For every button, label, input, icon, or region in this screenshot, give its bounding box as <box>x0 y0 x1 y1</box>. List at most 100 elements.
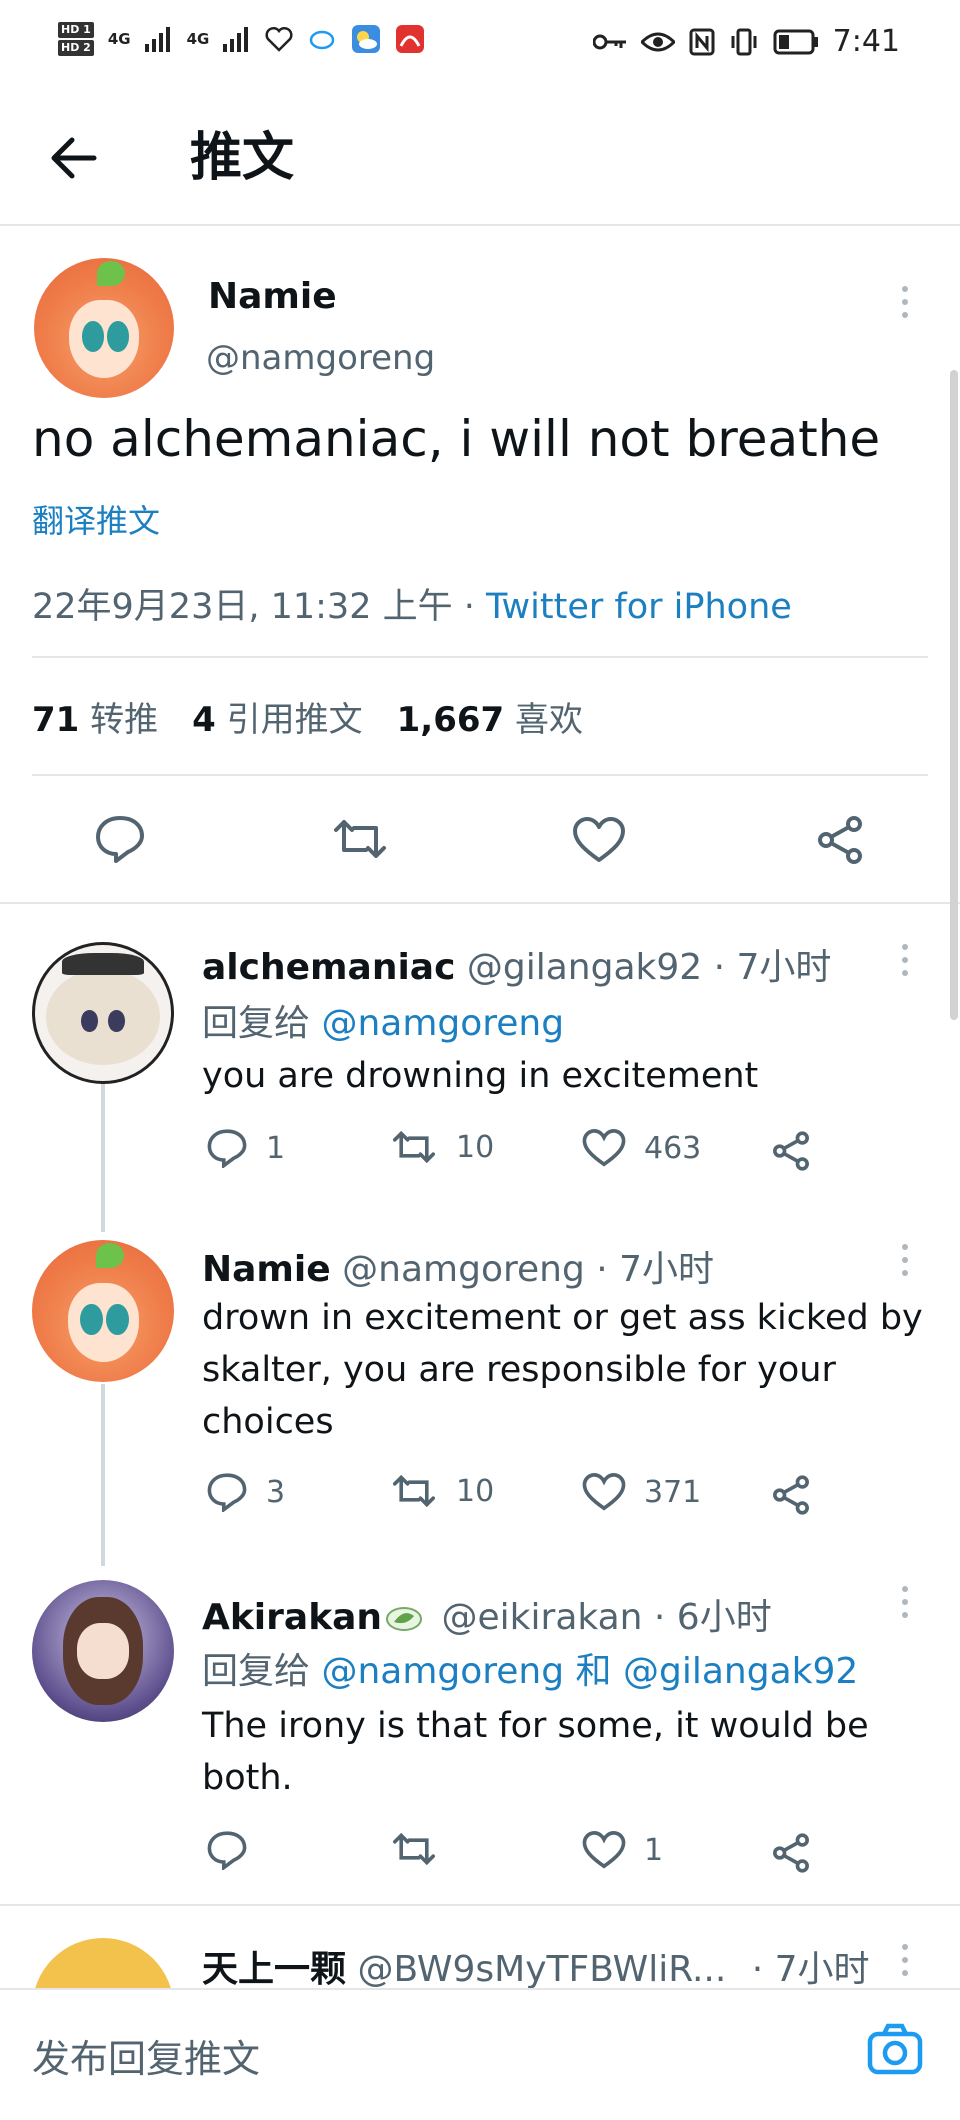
share-icon[interactable] <box>770 1474 812 1516</box>
like-button[interactable]: 371 <box>582 1472 701 1512</box>
retweet-icon <box>393 1474 435 1508</box>
author-name[interactable]: Namie <box>202 1249 331 1290</box>
reply-count: 3 <box>266 1474 286 1510</box>
reply-icon[interactable] <box>94 814 146 864</box>
like-count: 463 <box>644 1130 702 1166</box>
like-button[interactable]: 463 <box>582 1128 701 1168</box>
reply-button[interactable]: 1 <box>206 1128 285 1168</box>
reply-count: 1 <box>266 1130 286 1166</box>
reply-text-line: both. <box>202 1758 293 1798</box>
camera-icon[interactable] <box>866 2022 924 2076</box>
more-options-icon[interactable] <box>902 1944 910 1983</box>
author-handle[interactable]: @namgoreng <box>206 338 435 378</box>
reply-text: you are drowning in excitement <box>202 1056 759 1096</box>
page-title: 推文 <box>190 128 295 188</box>
network-type-1: 4G <box>107 30 131 48</box>
timestamp: 22年9月23日, 11:32 上午 · <box>32 587 486 627</box>
tweet-meta: 22年9月23日, 11:32 上午 · Twitter for iPhone <box>32 578 792 629</box>
status-bar: HD 1 HD 2 4G 4G 7:41 <box>0 0 960 92</box>
reply-to: 回复给 @namgoreng <box>202 1003 565 1044</box>
cloud-sync-icon <box>310 30 335 50</box>
reply-header: 天上一颗 @BW9sMyTFBWliR... · 7小时 <box>202 1940 870 1992</box>
reply-composer-bar: 发布回复推文 <box>0 1988 960 2120</box>
reply-icon <box>207 1473 247 1512</box>
top-app-bar: 推文 <box>0 92 960 226</box>
retweet-button[interactable] <box>390 1830 438 1868</box>
divider <box>0 1904 960 1906</box>
retweet-icon <box>393 1832 435 1866</box>
reply-header: alchemaniac @gilangak92 · 7小时 <box>202 938 831 990</box>
author-handle[interactable]: @gilangak92 · 7小时 <box>467 947 832 988</box>
reply-icon <box>207 1129 247 1168</box>
back-arrow-icon[interactable] <box>46 130 102 186</box>
mention-link[interactable]: @namgoreng <box>321 1003 564 1044</box>
reply-time: · 7小时 <box>751 1949 870 1990</box>
author-name[interactable]: 天上一颗 <box>202 1949 346 1990</box>
author-name[interactable]: Namie <box>208 276 337 317</box>
clock: 7:41 <box>832 24 900 59</box>
reply-text-line: The irony is that for some, it would be <box>202 1706 869 1746</box>
like-icon[interactable] <box>572 816 626 864</box>
status-right: 7:41 <box>592 24 900 59</box>
more-options-icon[interactable] <box>902 1244 910 1283</box>
more-options-icon[interactable] <box>902 944 910 983</box>
reply-input[interactable]: 发布回复推文 <box>32 2028 260 2083</box>
share-icon[interactable] <box>770 1832 812 1874</box>
thread-line <box>101 1082 105 1232</box>
hd2-badge: HD 2 <box>58 40 94 56</box>
retweet-button[interactable]: 10 <box>390 1128 494 1166</box>
scrollbar[interactable] <box>950 370 958 1020</box>
translate-link[interactable]: 翻译推文 <box>32 496 160 542</box>
app-notification-icon <box>396 25 425 53</box>
divider <box>0 902 960 904</box>
retweet-button[interactable]: 10 <box>390 1472 494 1510</box>
more-options-icon[interactable] <box>902 1586 910 1625</box>
author-name[interactable]: Akirakan <box>202 1597 382 1638</box>
reply-header: Akirakan @eikirakan · 6小时 <box>202 1588 772 1640</box>
author-handle[interactable]: @eikirakan · 6小时 <box>442 1597 772 1638</box>
retweet-count: 10 <box>456 1129 495 1165</box>
eye-icon <box>640 32 675 51</box>
mention-link[interactable]: @namgoreng 和 @gilangak92 <box>321 1651 858 1692</box>
like-icon <box>582 1831 626 1869</box>
quote-tweets-stat[interactable]: 4 引用推文 <box>192 692 362 741</box>
author-handle[interactable]: @namgoreng · 7小时 <box>342 1249 714 1290</box>
more-options-icon[interactable] <box>902 286 910 325</box>
reply-icon <box>207 1831 247 1870</box>
tweet-text: no alchemaniac, i will not breathe <box>32 410 881 468</box>
avatar[interactable] <box>32 1580 174 1722</box>
thread-line <box>101 1384 105 1566</box>
author-name[interactable]: alchemaniac <box>202 947 455 988</box>
avatar[interactable] <box>34 258 174 398</box>
divider <box>32 774 928 776</box>
divider <box>32 656 928 658</box>
share-icon[interactable] <box>814 814 866 866</box>
retweet-icon <box>393 1130 435 1164</box>
status-left: HD 1 HD 2 4G 4G <box>58 22 425 56</box>
signal-icon <box>223 27 249 52</box>
retweets-stat[interactable]: 71 转推 <box>32 692 158 741</box>
heart-rate-icon <box>265 26 293 52</box>
network-type-2: 4G <box>186 30 210 48</box>
reply-text-line: skalter, you are responsible for your <box>202 1350 836 1390</box>
vibrate-icon <box>731 28 757 55</box>
reply-button[interactable] <box>206 1830 248 1870</box>
reply-to: 回复给 @namgoreng 和 @gilangak92 <box>202 1651 859 1692</box>
share-icon[interactable] <box>770 1130 812 1172</box>
like-count: 1 <box>644 1832 664 1868</box>
avatar[interactable] <box>32 942 174 1084</box>
likes-stat[interactable]: 1,667 喜欢 <box>397 692 583 741</box>
hd1-badge: HD 1 <box>58 22 94 38</box>
retweet-icon[interactable] <box>330 816 390 862</box>
avatar[interactable] <box>32 1240 174 1382</box>
reply-text-line: drown in excitement or get ass kicked by <box>202 1298 923 1338</box>
tweet-stats: 71 转推 4 引用推文 1,667 喜欢 <box>32 692 583 741</box>
reply-text: The irony is that for some, it would be … <box>202 1700 869 1804</box>
weather-app-icon <box>352 25 381 53</box>
reply-text-line: choices <box>202 1402 334 1442</box>
author-handle[interactable]: @BW9sMyTFBWliR... <box>357 1949 726 1990</box>
reply-button[interactable]: 3 <box>206 1472 285 1512</box>
source-link[interactable]: Twitter for iPhone <box>486 587 792 627</box>
reply-header: Namie @namgoreng · 7小时 <box>202 1240 714 1292</box>
like-button[interactable]: 1 <box>582 1830 663 1870</box>
